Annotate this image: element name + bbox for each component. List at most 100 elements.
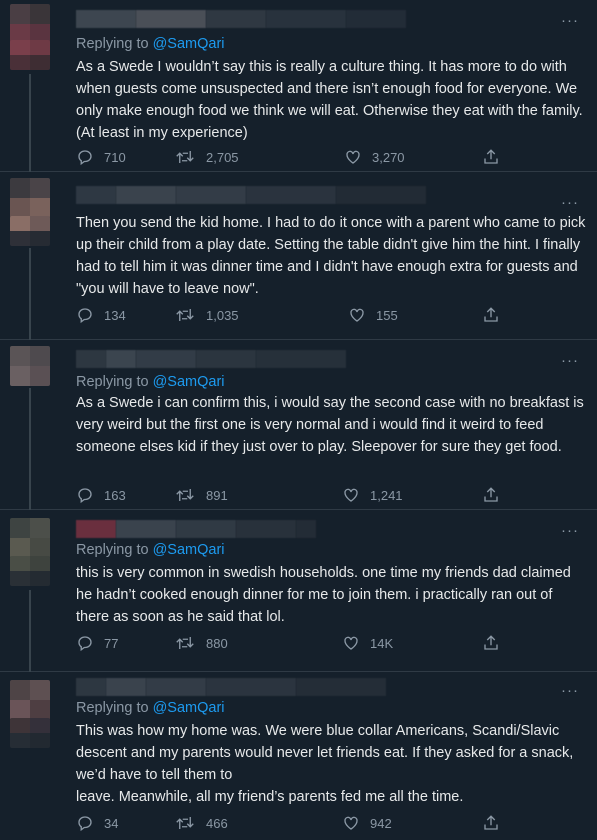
retweet-icon [176, 817, 194, 829]
share-icon [484, 487, 498, 502]
share-icon [484, 149, 498, 164]
replying-to: Replying to @SamQari [76, 36, 225, 52]
tweet-actions: 77 880 14K [76, 634, 506, 654]
tweet-text: As a Swede i can confirm this, i would s… [76, 395, 584, 455]
thread-line [29, 590, 31, 672]
reply-button[interactable]: 77 [76, 634, 118, 652]
mention-link[interactable]: @SamQari [153, 542, 225, 558]
tweet-actions: 710 2,705 3,270 [76, 148, 506, 168]
retweet-button[interactable]: 891 [174, 486, 228, 504]
avatar-lower [10, 40, 50, 70]
avatar[interactable] [10, 178, 50, 218]
avatar-lower [10, 216, 50, 246]
thread-line [29, 388, 31, 510]
more-options-button[interactable]: ··· [561, 683, 579, 698]
reply-icon [78, 636, 92, 652]
mention-link[interactable]: @SamQari [153, 36, 225, 52]
tweet-actions: 134 1,035 155 [76, 306, 506, 326]
reply-count: 134 [104, 307, 126, 323]
heart-icon [350, 308, 364, 322]
share-icon [484, 635, 498, 650]
like-button[interactable]: 155 [348, 306, 398, 324]
reply-prefix: Replying to [76, 36, 153, 52]
retweet-button[interactable]: 880 [174, 634, 228, 652]
avatar[interactable] [10, 680, 50, 720]
share-button[interactable] [482, 634, 500, 652]
reply-icon [78, 816, 92, 832]
tweet[interactable]: ··· Replying to @SamQari As a Swede i ca… [0, 340, 597, 510]
more-options-button[interactable]: ··· [561, 523, 579, 538]
reply-count: 77 [104, 635, 119, 651]
like-count: 3,270 [372, 149, 405, 165]
reply-count: 710 [104, 149, 126, 165]
retweet-button[interactable]: 1,035 [174, 306, 239, 324]
share-button[interactable] [482, 306, 500, 324]
tweet-text: this is very common in swedish household… [76, 565, 571, 625]
tweet[interactable]: ··· Replying to @SamQari This was how my… [0, 672, 597, 840]
user-name-redacted[interactable] [76, 10, 406, 28]
like-button[interactable]: 3,270 [344, 148, 405, 166]
retweet-button[interactable]: 466 [174, 814, 228, 832]
tweet-text: Then you send the kid home. I had to do … [76, 215, 586, 297]
retweet-icon [176, 489, 194, 501]
tweet[interactable]: ··· Replying to @SamQari this is very co… [0, 510, 597, 672]
retweet-button[interactable]: 2,705 [174, 148, 239, 166]
retweet-count: 880 [206, 635, 228, 651]
avatar-lower [10, 718, 50, 748]
replying-to: Replying to @SamQari [76, 374, 225, 390]
reply-button[interactable]: 163 [76, 486, 126, 504]
tweet-actions: 163 891 1,241 [76, 486, 506, 506]
heart-icon [344, 488, 358, 502]
retweet-count: 891 [206, 487, 228, 503]
user-name-redacted[interactable] [76, 186, 426, 204]
retweet-icon [176, 637, 194, 649]
reply-icon [78, 150, 92, 166]
thread-line [29, 74, 31, 172]
heart-icon [344, 816, 358, 830]
like-button[interactable]: 14K [342, 634, 393, 652]
reply-icon [78, 488, 92, 504]
user-name-redacted[interactable] [76, 678, 386, 696]
reply-count: 163 [104, 487, 126, 503]
avatar[interactable] [10, 346, 50, 386]
tweet-text: As a Swede I wouldn’t say this is really… [76, 59, 583, 141]
retweet-icon [176, 151, 194, 163]
more-options-button[interactable]: ··· [561, 195, 579, 210]
like-count: 942 [370, 815, 392, 831]
user-name-redacted[interactable] [76, 350, 346, 368]
mention-link[interactable]: @SamQari [153, 374, 225, 390]
share-icon [484, 307, 498, 322]
like-count: 155 [376, 307, 398, 323]
more-options-button[interactable]: ··· [561, 13, 579, 28]
reply-button[interactable]: 710 [76, 148, 126, 166]
user-name-redacted[interactable] [76, 520, 316, 538]
reply-prefix: Replying to [76, 374, 153, 390]
thread-line [29, 248, 31, 340]
like-button[interactable]: 1,241 [342, 486, 403, 504]
tweet-actions: 34 466 942 [76, 814, 506, 834]
replying-to: Replying to @SamQari [76, 700, 225, 716]
like-count: 14K [370, 635, 394, 651]
tweet-text: This was how my home was. We were blue c… [76, 723, 574, 805]
reply-prefix: Replying to [76, 542, 153, 558]
more-options-button[interactable]: ··· [561, 353, 579, 368]
heart-icon [346, 150, 360, 164]
reply-button[interactable]: 34 [76, 814, 118, 832]
avatar[interactable] [10, 4, 50, 44]
share-button[interactable] [482, 148, 500, 166]
tweet[interactable]: ··· Replying to @SamQari As a Swede I wo… [0, 0, 597, 172]
reply-prefix: Replying to [76, 700, 153, 716]
share-button[interactable] [482, 486, 500, 504]
heart-icon [344, 636, 358, 650]
tweet[interactable]: ··· Then you send the kid home. I had to… [0, 172, 597, 340]
replying-to: Replying to @SamQari [76, 542, 225, 558]
mention-link[interactable]: @SamQari [153, 700, 225, 716]
avatar[interactable] [10, 518, 50, 558]
reply-button[interactable]: 134 [76, 306, 126, 324]
share-button[interactable] [482, 814, 500, 832]
retweet-count: 1,035 [206, 307, 239, 323]
retweet-count: 2,705 [206, 149, 239, 165]
reply-icon [78, 308, 92, 324]
like-count: 1,241 [370, 487, 403, 503]
like-button[interactable]: 942 [342, 814, 392, 832]
